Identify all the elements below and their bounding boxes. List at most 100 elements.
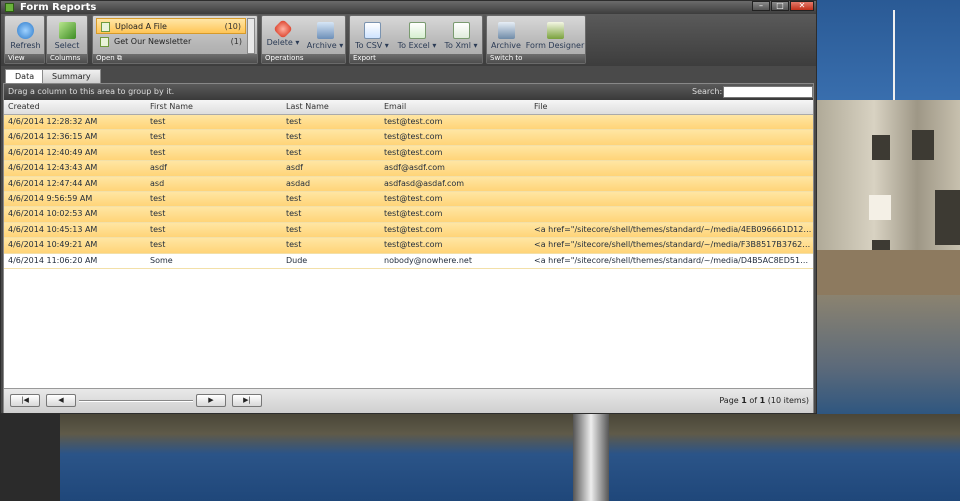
cell-created: 4/6/2014 12:47:44 AM [8,178,98,188]
app-icon [5,3,14,12]
table-row[interactable]: 4/6/2014 10:49:21 AM test test test@test… [4,238,813,254]
export-csv-button[interactable]: To CSV ▾ [352,19,392,50]
cell-last-name: test [286,147,302,157]
next-page-button[interactable]: ▶ [196,394,226,407]
archive-button[interactable]: Archive ▾ [304,19,346,50]
cell-first-name: test [150,132,166,142]
xml-label: To Xml [444,41,471,50]
archive-box-icon [316,22,334,39]
fort-building [817,100,960,295]
cell-created: 4/6/2014 11:06:20 AM [8,255,98,265]
cell-last-name: test [286,117,302,126]
cell-last-name: asdad [286,178,311,188]
select-label: Select [54,41,80,50]
cell-file-link[interactable]: <a href="/sitecore/shell/themes/standard… [534,238,812,252]
column-header-row: Created First Name Last Name Email File [4,100,813,115]
minimize-button[interactable]: – [752,1,770,11]
title-bar[interactable]: Form Reports – □ ✕ [1,1,816,14]
table-row[interactable]: 4/6/2014 12:40:49 AM test test test@test… [4,145,813,162]
tab-summary[interactable]: Summary [42,69,101,83]
cell-email: test@test.com [384,193,443,203]
grid-rows: 4/6/2014 12:28:32 AM test test test@test… [4,115,813,269]
search-label: Search: [692,87,723,96]
table-row[interactable]: 4/6/2014 9:56:59 AM test test test@test.… [4,191,813,208]
export-excel-button[interactable]: To Excel ▾ [395,19,439,50]
first-page-button[interactable]: |◀ [10,394,40,407]
checkmark-icon [58,22,76,39]
cell-email: test@test.com [384,117,443,126]
cell-email: test@test.com [384,240,443,250]
cell-first-name: test [150,193,166,203]
table-row[interactable]: 4/6/2014 11:06:20 AM Some Dude nobody@no… [4,254,813,269]
cell-created: 4/6/2014 12:43:43 AM [8,163,98,173]
column-header-email[interactable]: Email [384,100,534,114]
cell-first-name: asdf [150,163,167,173]
open-item-get-our-newsletter[interactable]: Get Our Newsletter (1) [96,34,246,50]
group-switch-to: Archive Form Designer Switch to [486,15,586,64]
cell-first-name: asd [150,178,165,188]
desktop-shadow [0,414,60,501]
open-item-upload-a-file[interactable]: Upload A File (10) [96,18,246,34]
table-row[interactable]: 4/6/2014 10:45:13 AM test test test@test… [4,222,813,239]
table-row[interactable]: 4/6/2014 12:28:32 AM test test test@test… [4,115,813,131]
tab-data[interactable]: Data [5,69,45,83]
cell-file-link[interactable]: <a href="/sitecore/shell/themes/standard… [534,254,812,268]
form-designer-button[interactable]: Form Designer [525,19,585,50]
excel-document-icon [408,22,426,39]
cell-created: 4/6/2014 10:02:53 AM [8,209,98,219]
cell-created: 4/6/2014 10:45:13 AM [8,224,98,234]
table-row[interactable]: 4/6/2014 10:02:53 AM test test test@test… [4,207,813,223]
cell-last-name: test [286,132,302,142]
refresh-button[interactable]: Refresh [5,19,46,50]
form-reports-window: Form Reports – □ ✕ Refresh View Select C… [0,0,817,414]
archive-label: Archive [306,41,337,50]
water-reflection [817,295,960,415]
switch-archive-label: Archive [491,41,521,50]
window-title: Form Reports [20,2,97,13]
last-page-button[interactable]: ▶| [232,394,262,407]
open-item-count: (1) [230,37,242,46]
column-header-last-name[interactable]: Last Name [286,100,384,114]
data-grid: Drag a column to this area to group by i… [3,83,814,413]
group-label-operations: Operations [262,54,345,63]
search-input[interactable] [723,86,813,98]
window-controls: – □ ✕ [751,1,814,12]
form-designer-label: Form Designer [525,41,585,50]
cell-file-link[interactable]: <a href="/sitecore/shell/themes/standard… [534,223,812,237]
xml-document-icon [452,22,470,39]
open-list-scrollbar[interactable] [247,18,255,54]
table-row[interactable]: 4/6/2014 12:43:43 AM asdf asdf asdf@asdf… [4,161,813,177]
group-columns: Select Columns [46,15,88,64]
close-button[interactable]: ✕ [790,1,814,11]
column-header-first-name[interactable]: First Name [150,100,286,114]
export-xml-button[interactable]: To Xml ▾ [442,19,480,50]
open-item-label: Get Our Newsletter [114,37,192,46]
form-icon [100,37,109,47]
ribbon: Refresh View Select Columns Upload A Fil… [1,14,816,66]
select-columns-button[interactable]: Select [47,19,87,50]
table-row[interactable]: 4/6/2014 12:47:44 AM asd asdad asdfasd@a… [4,176,813,192]
cell-last-name: test [286,193,302,203]
previous-page-button[interactable]: ◀ [46,394,76,407]
group-hint: Drag a column to this area to group by i… [8,87,175,96]
table-row[interactable]: 4/6/2014 12:36:15 AM test test test@test… [4,130,813,146]
cell-created: 4/6/2014 12:36:15 AM [8,132,98,142]
cell-created: 4/6/2014 10:49:21 AM [8,240,98,250]
cell-last-name: test [286,240,302,250]
maximize-button[interactable]: □ [771,1,789,11]
cell-last-name: test [286,224,302,234]
column-header-file[interactable]: File [534,100,812,114]
cell-created: 4/6/2014 12:40:49 AM [8,147,98,157]
cell-last-name: Dude [286,255,308,265]
group-label-export: Export [350,54,482,63]
form-icon [101,22,110,32]
archive-icon [497,22,515,39]
cell-email: asdfasd@asdaf.com [384,178,465,188]
group-by-bar[interactable]: Drag a column to this area to group by i… [4,84,813,100]
switch-archive-button[interactable]: Archive [489,19,523,50]
pager: |◀ ◀ ▶ ▶| Page 1 of 1 (10 items) [4,388,813,413]
refresh-label: Refresh [10,41,41,50]
column-header-created[interactable]: Created [8,100,148,114]
delete-button[interactable]: Delete ▾ [264,19,302,47]
page-slider[interactable] [79,400,193,402]
